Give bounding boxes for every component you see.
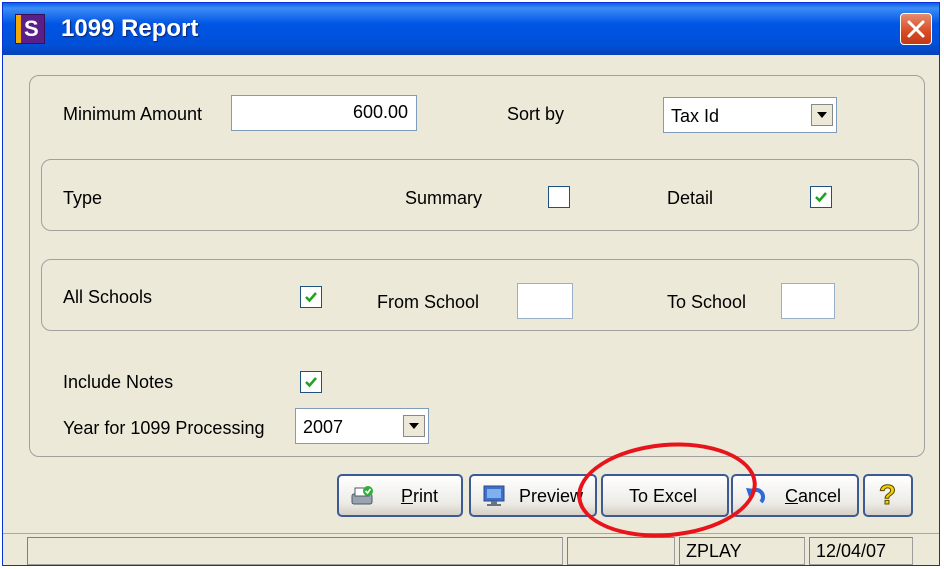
to-school-input[interactable]	[781, 283, 835, 319]
print-button-label: Print	[401, 486, 439, 506]
include-notes-label: Include Notes	[63, 372, 174, 392]
cancel-button[interactable]: Cancel	[731, 474, 859, 517]
include-notes-checkbox[interactable]	[300, 371, 322, 393]
monitor-icon	[483, 485, 505, 506]
close-icon	[907, 20, 925, 38]
type-label: Type	[63, 188, 103, 208]
app-icon-letter: S	[24, 16, 39, 41]
preview-button[interactable]: Preview	[469, 474, 597, 517]
year-dropdown-button[interactable]	[403, 415, 425, 437]
all-schools-label: All Schools	[63, 287, 153, 307]
printer-icon	[351, 486, 373, 505]
summary-checkbox[interactable]	[548, 186, 570, 208]
from-school-label: From School	[377, 292, 480, 312]
year-select[interactable]: 2007	[295, 408, 429, 444]
close-button[interactable]	[900, 13, 932, 45]
minimum-amount-value: 600.00	[352, 102, 408, 122]
year-value: 2007	[303, 417, 344, 437]
checkmark-icon	[305, 377, 317, 388]
minimum-amount-label: Minimum Amount	[63, 104, 203, 124]
sort-by-dropdown-button[interactable]	[811, 104, 833, 126]
detail-label: Detail	[667, 188, 714, 208]
status-bar: ZPLAY 12/04/07	[3, 533, 939, 565]
cancel-button-label: Cancel	[785, 486, 842, 506]
checkmark-icon	[815, 192, 827, 203]
from-school-input[interactable]	[517, 283, 573, 319]
report-dialog: S 1099 Report Minimum Amount 600.00 Sort…	[2, 2, 940, 566]
sort-by-label: Sort by	[507, 104, 565, 124]
title-bar[interactable]: S 1099 Report	[3, 3, 939, 55]
checkmark-icon	[305, 292, 317, 303]
print-button[interactable]: Print	[337, 474, 463, 517]
dropdown-arrow-icon	[817, 112, 827, 118]
dropdown-arrow-icon	[409, 423, 419, 429]
status-cell-date: 12/04/07	[809, 537, 913, 565]
status-cell-main	[27, 537, 563, 565]
app-icon: S	[15, 14, 45, 44]
help-button[interactable]: ?	[863, 474, 913, 517]
all-schools-checkbox[interactable]	[300, 286, 322, 308]
to-excel-button-label: To Excel	[629, 486, 698, 506]
minimum-amount-input[interactable]: 600.00	[231, 95, 417, 131]
detail-checkbox[interactable]	[810, 186, 832, 208]
question-icon: ?	[878, 479, 897, 510]
year-label: Year for 1099 Processing	[63, 418, 265, 438]
sort-by-value: Tax Id	[671, 106, 720, 126]
to-excel-button[interactable]: To Excel	[601, 474, 729, 517]
summary-label: Summary	[405, 188, 483, 208]
status-cell-user: ZPLAY	[679, 537, 805, 565]
status-cell-blank	[567, 537, 675, 565]
preview-button-label: Preview	[519, 486, 584, 506]
to-school-label: To School	[667, 292, 747, 312]
sort-by-select[interactable]: Tax Id	[663, 97, 837, 133]
undo-icon	[746, 487, 766, 504]
window-title: 1099 Report	[61, 15, 199, 42]
